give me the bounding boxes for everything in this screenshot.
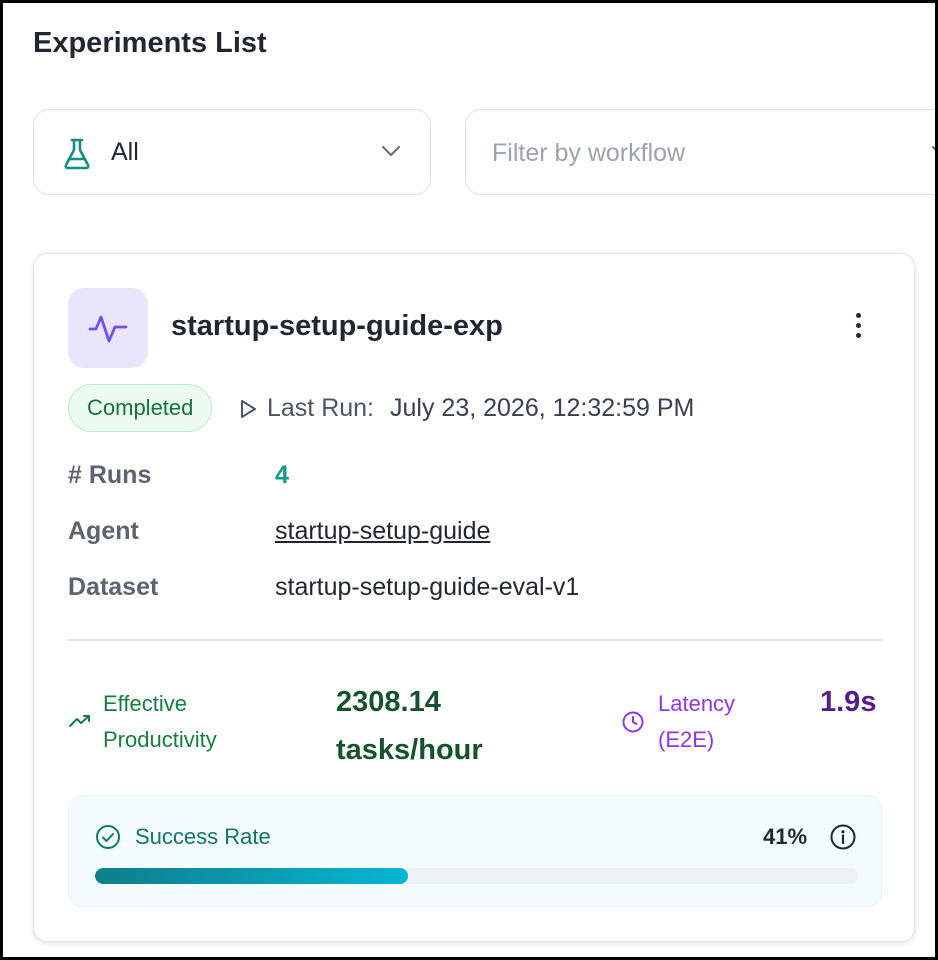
latency-label-line1: Latency (658, 691, 736, 716)
experiment-type-select[interactable]: All (33, 109, 431, 195)
success-rate-progress-track (95, 868, 858, 884)
check-circle-icon (95, 824, 121, 855)
dataset-value: startup-setup-guide-eval-v1 (275, 573, 580, 601)
play-icon (241, 399, 256, 418)
experiment-name[interactable]: startup-setup-guide-exp (171, 310, 503, 343)
last-run-label: Last Run: (267, 394, 375, 422)
productivity-label-line1: Effective (103, 691, 187, 716)
chevron-down-icon (380, 144, 402, 163)
latency-label-line2: (E2E) (658, 727, 715, 752)
agent-label: Agent (68, 517, 139, 545)
latency-value: 1.9s (820, 686, 877, 718)
runs-label: # Runs (68, 461, 152, 489)
productivity-value-unit: tasks/hour (336, 734, 483, 766)
success-rate-progress-fill (95, 868, 408, 884)
agent-link[interactable]: startup-setup-guide (275, 517, 490, 546)
productivity-value: 2308.14 tasks/hour (336, 678, 483, 774)
activity-icon (88, 315, 128, 343)
workflow-filter-select[interactable] (465, 109, 935, 195)
info-icon[interactable] (829, 823, 857, 856)
success-rate-label: Success Rate (135, 824, 271, 849)
productivity-label: Effective Productivity (103, 686, 217, 758)
success-rate-value: 41% (763, 824, 808, 849)
latency-label: Latency (E2E) (658, 686, 735, 758)
page-title: Experiments List (33, 27, 267, 59)
flask-icon (62, 137, 92, 176)
productivity-value-number: 2308.14 (336, 686, 441, 718)
divider (68, 639, 883, 641)
clock-icon (621, 710, 645, 739)
more-options-icon[interactable] (846, 310, 870, 342)
productivity-label-line2: Productivity (103, 727, 217, 752)
workflow-filter-input[interactable] (490, 134, 914, 172)
dataset-label: Dataset (68, 573, 159, 601)
success-rate-panel: Success Rate 41% (68, 795, 882, 907)
trending-up-icon (68, 713, 92, 734)
last-run: Last Run: July 23, 2026, 12:32:59 PM (237, 394, 694, 423)
runs-value: 4 (275, 461, 289, 489)
last-run-value: July 23, 2026, 12:32:59 PM (390, 394, 695, 422)
select-value: All (111, 138, 139, 166)
chevron-down-icon (930, 144, 935, 163)
status-badge: Completed (68, 384, 213, 432)
experiment-card[interactable]: startup-setup-guide-exp Completed Last R… (33, 253, 915, 942)
window-frame: Experiments List All start (0, 0, 938, 960)
experiment-icon-tile (68, 288, 148, 368)
